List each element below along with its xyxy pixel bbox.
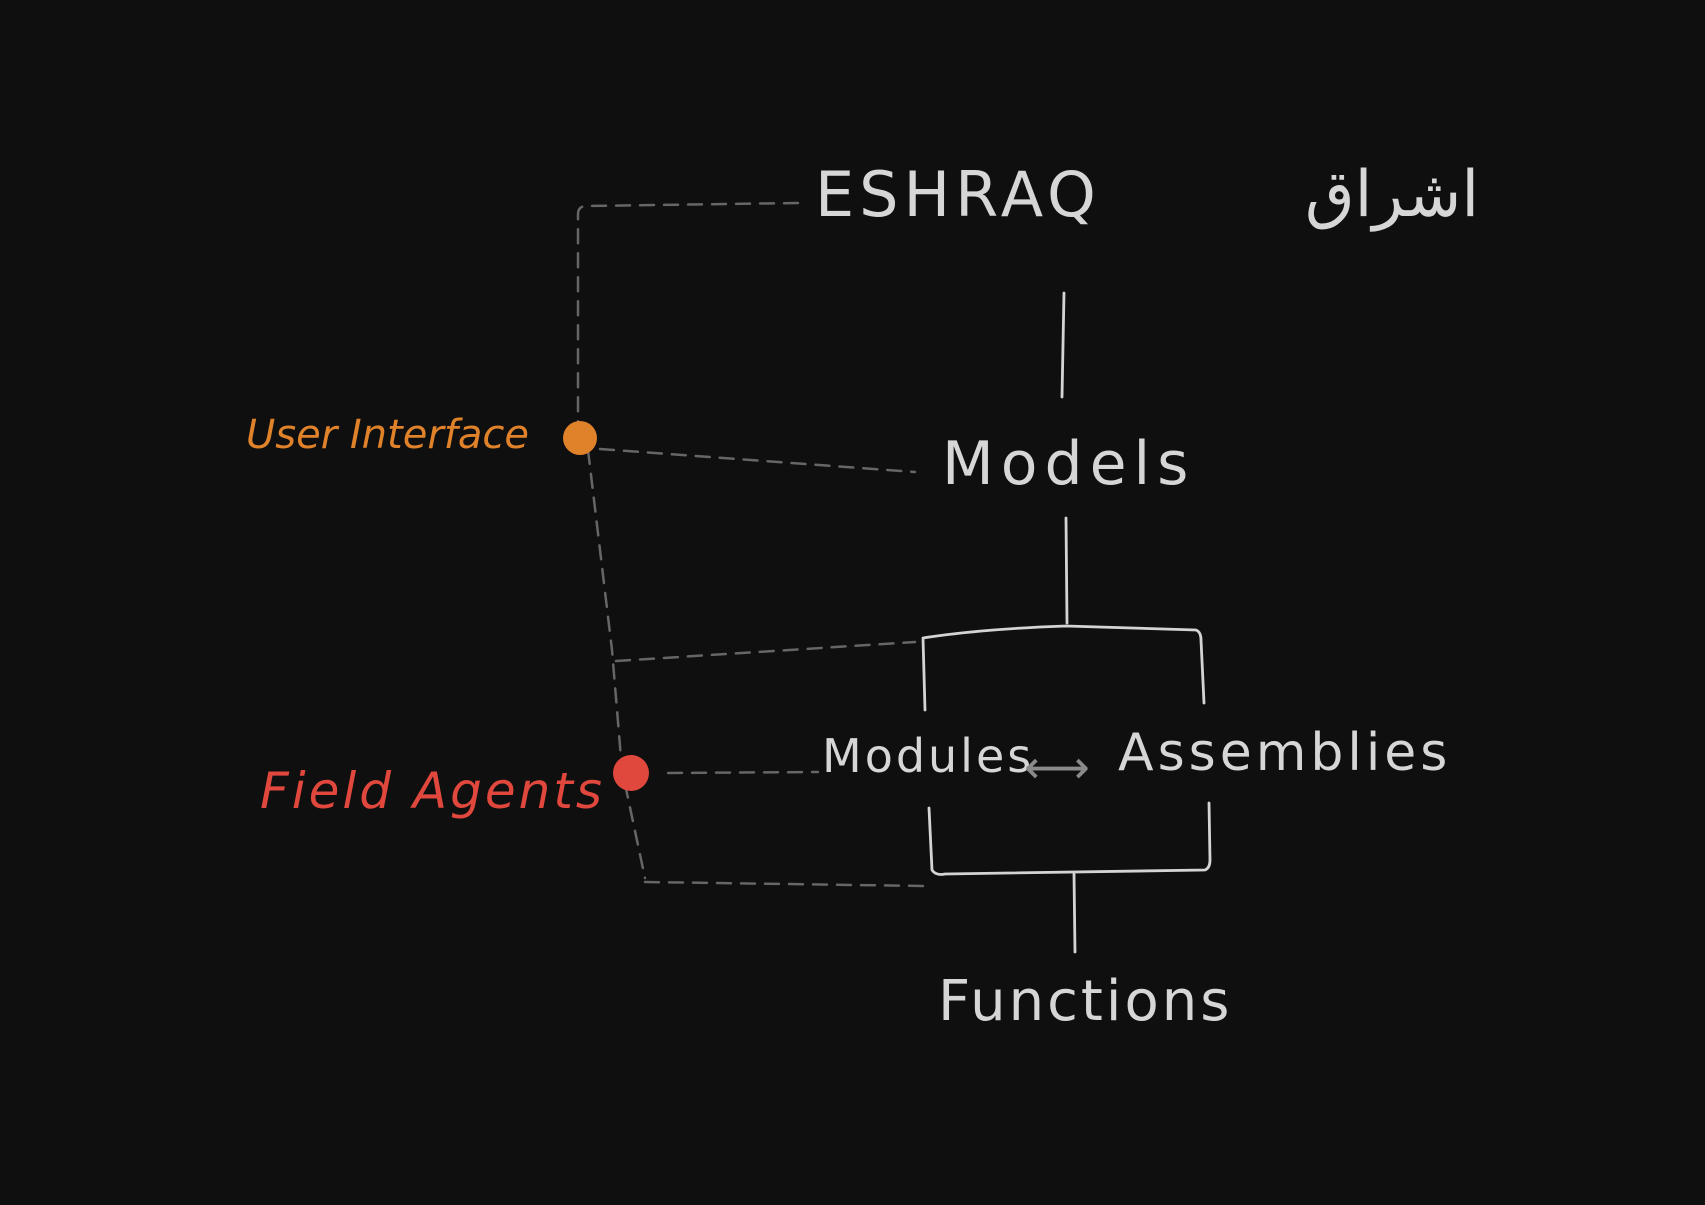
title-to-models-line [1060, 291, 1066, 399]
assemblies-label: Assemblies [1118, 723, 1451, 783]
bracket-to-functions-line [1072, 872, 1077, 954]
models-to-bracket-line [1064, 516, 1069, 625]
architecture-diagram: ESHRAQ اشراق Models Modules ⟷ Assemblies… [0, 0, 1705, 1205]
title-latin: ESHRAQ [815, 158, 1101, 231]
models-label: Models [942, 429, 1195, 499]
modules-label: Modules [822, 729, 1034, 783]
functions-label: Functions [938, 969, 1232, 1034]
user-interface-node [563, 421, 597, 455]
field-agents-node [613, 755, 649, 791]
title-arabic: اشراق [1305, 158, 1479, 232]
bidirectional-arrow: ⟷ [1024, 740, 1090, 794]
user-interface-label: User Interface [246, 412, 529, 458]
field-agents-label: Field Agents [260, 762, 605, 820]
